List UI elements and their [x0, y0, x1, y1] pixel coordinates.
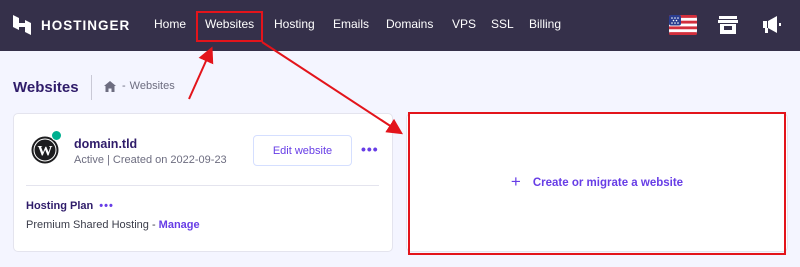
us-flag-icon[interactable] — [668, 13, 697, 37]
nav-vps[interactable]: VPS — [452, 17, 476, 31]
breadcrumb-separator: - — [122, 80, 126, 92]
hostinger-logo[interactable]: HOSTINGER — [11, 14, 130, 36]
nav-billing[interactable]: Billing — [529, 17, 561, 31]
nav-websites[interactable]: Websites — [205, 17, 254, 31]
hosting-plan-name: Premium Shared Hosting — [26, 219, 149, 231]
top-navigation-bar: HOSTINGER Home Websites Hosting Emails D… — [0, 0, 800, 51]
title-divider — [91, 75, 92, 100]
domain-name[interactable]: domain.tld — [74, 137, 137, 151]
edit-website-button[interactable]: Edit website — [253, 135, 352, 166]
store-icon[interactable] — [717, 13, 739, 37]
home-icon[interactable] — [104, 80, 116, 92]
breadcrumb-current: Websites — [129, 80, 175, 92]
website-card: W domain.tld Active | Created on 2022-09… — [13, 113, 393, 252]
manage-link[interactable]: Manage — [159, 219, 200, 231]
hosting-plan-title: Hosting Plan — [26, 200, 94, 212]
arrow-to-websites-nav — [188, 46, 214, 100]
logo-text: HOSTINGER — [41, 17, 131, 33]
create-website-card[interactable]: + Create or migrate a website — [406, 113, 788, 252]
nav-hosting[interactable]: Hosting — [274, 17, 315, 31]
hosting-plan-label: Hosting Plan ••• — [26, 200, 114, 212]
svg-text:W: W — [38, 144, 53, 160]
plus-icon: + — [510, 171, 521, 191]
nav-ssl[interactable]: SSL — [491, 17, 514, 31]
page-title: Websites — [13, 79, 79, 96]
site-status-meta: Active | Created on 2022-09-23 — [74, 154, 227, 166]
megaphone-icon[interactable] — [760, 13, 784, 37]
hostinger-h-icon — [13, 15, 31, 35]
website-more-options-button[interactable]: ••• — [361, 141, 379, 157]
nav-emails[interactable]: Emails — [333, 17, 369, 31]
create-website-button[interactable]: + Create or migrate a website — [407, 114, 787, 251]
nav-domains[interactable]: Domains — [386, 17, 433, 31]
card-divider — [26, 185, 379, 186]
create-website-label: Create or migrate a website — [532, 176, 684, 189]
hosting-plan-row: Premium Shared Hosting - Manage — [26, 219, 200, 231]
hosting-plan-more-button[interactable]: ••• — [99, 200, 114, 212]
site-status-dot — [51, 130, 62, 141]
nav-home[interactable]: Home — [154, 17, 186, 31]
breadcrumb: - Websites — [104, 80, 175, 92]
hosting-plan-separator: - — [148, 219, 159, 231]
